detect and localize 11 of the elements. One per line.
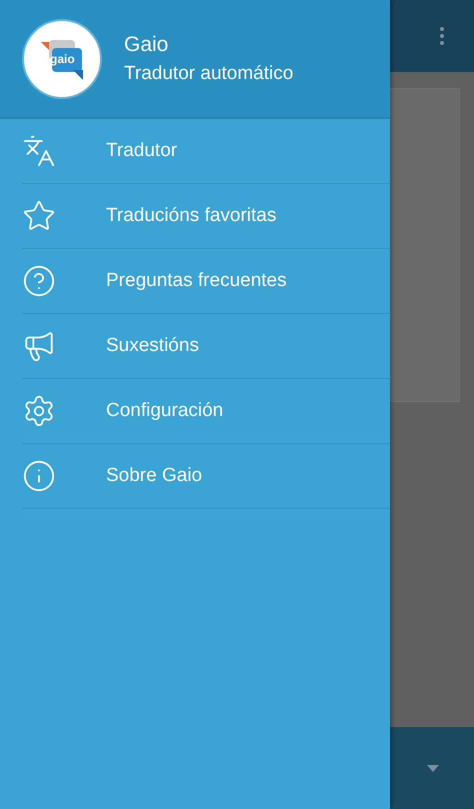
app-subtitle: Tradutor automático <box>124 62 294 84</box>
menu-item[interactable]: Configuración <box>22 379 390 444</box>
star-icon <box>22 199 56 233</box>
menu-item[interactable]: Suxestións <box>22 314 390 379</box>
caret-icon[interactable] <box>427 764 439 772</box>
app-name: Gaio <box>124 32 170 56</box>
help-icon <box>22 264 56 298</box>
menu-item[interactable]: Sobre Gaio <box>22 444 390 509</box>
info-icon <box>22 459 56 493</box>
translate-icon <box>22 134 56 168</box>
menu-item[interactable]: Preguntas frecuentes <box>22 249 390 314</box>
